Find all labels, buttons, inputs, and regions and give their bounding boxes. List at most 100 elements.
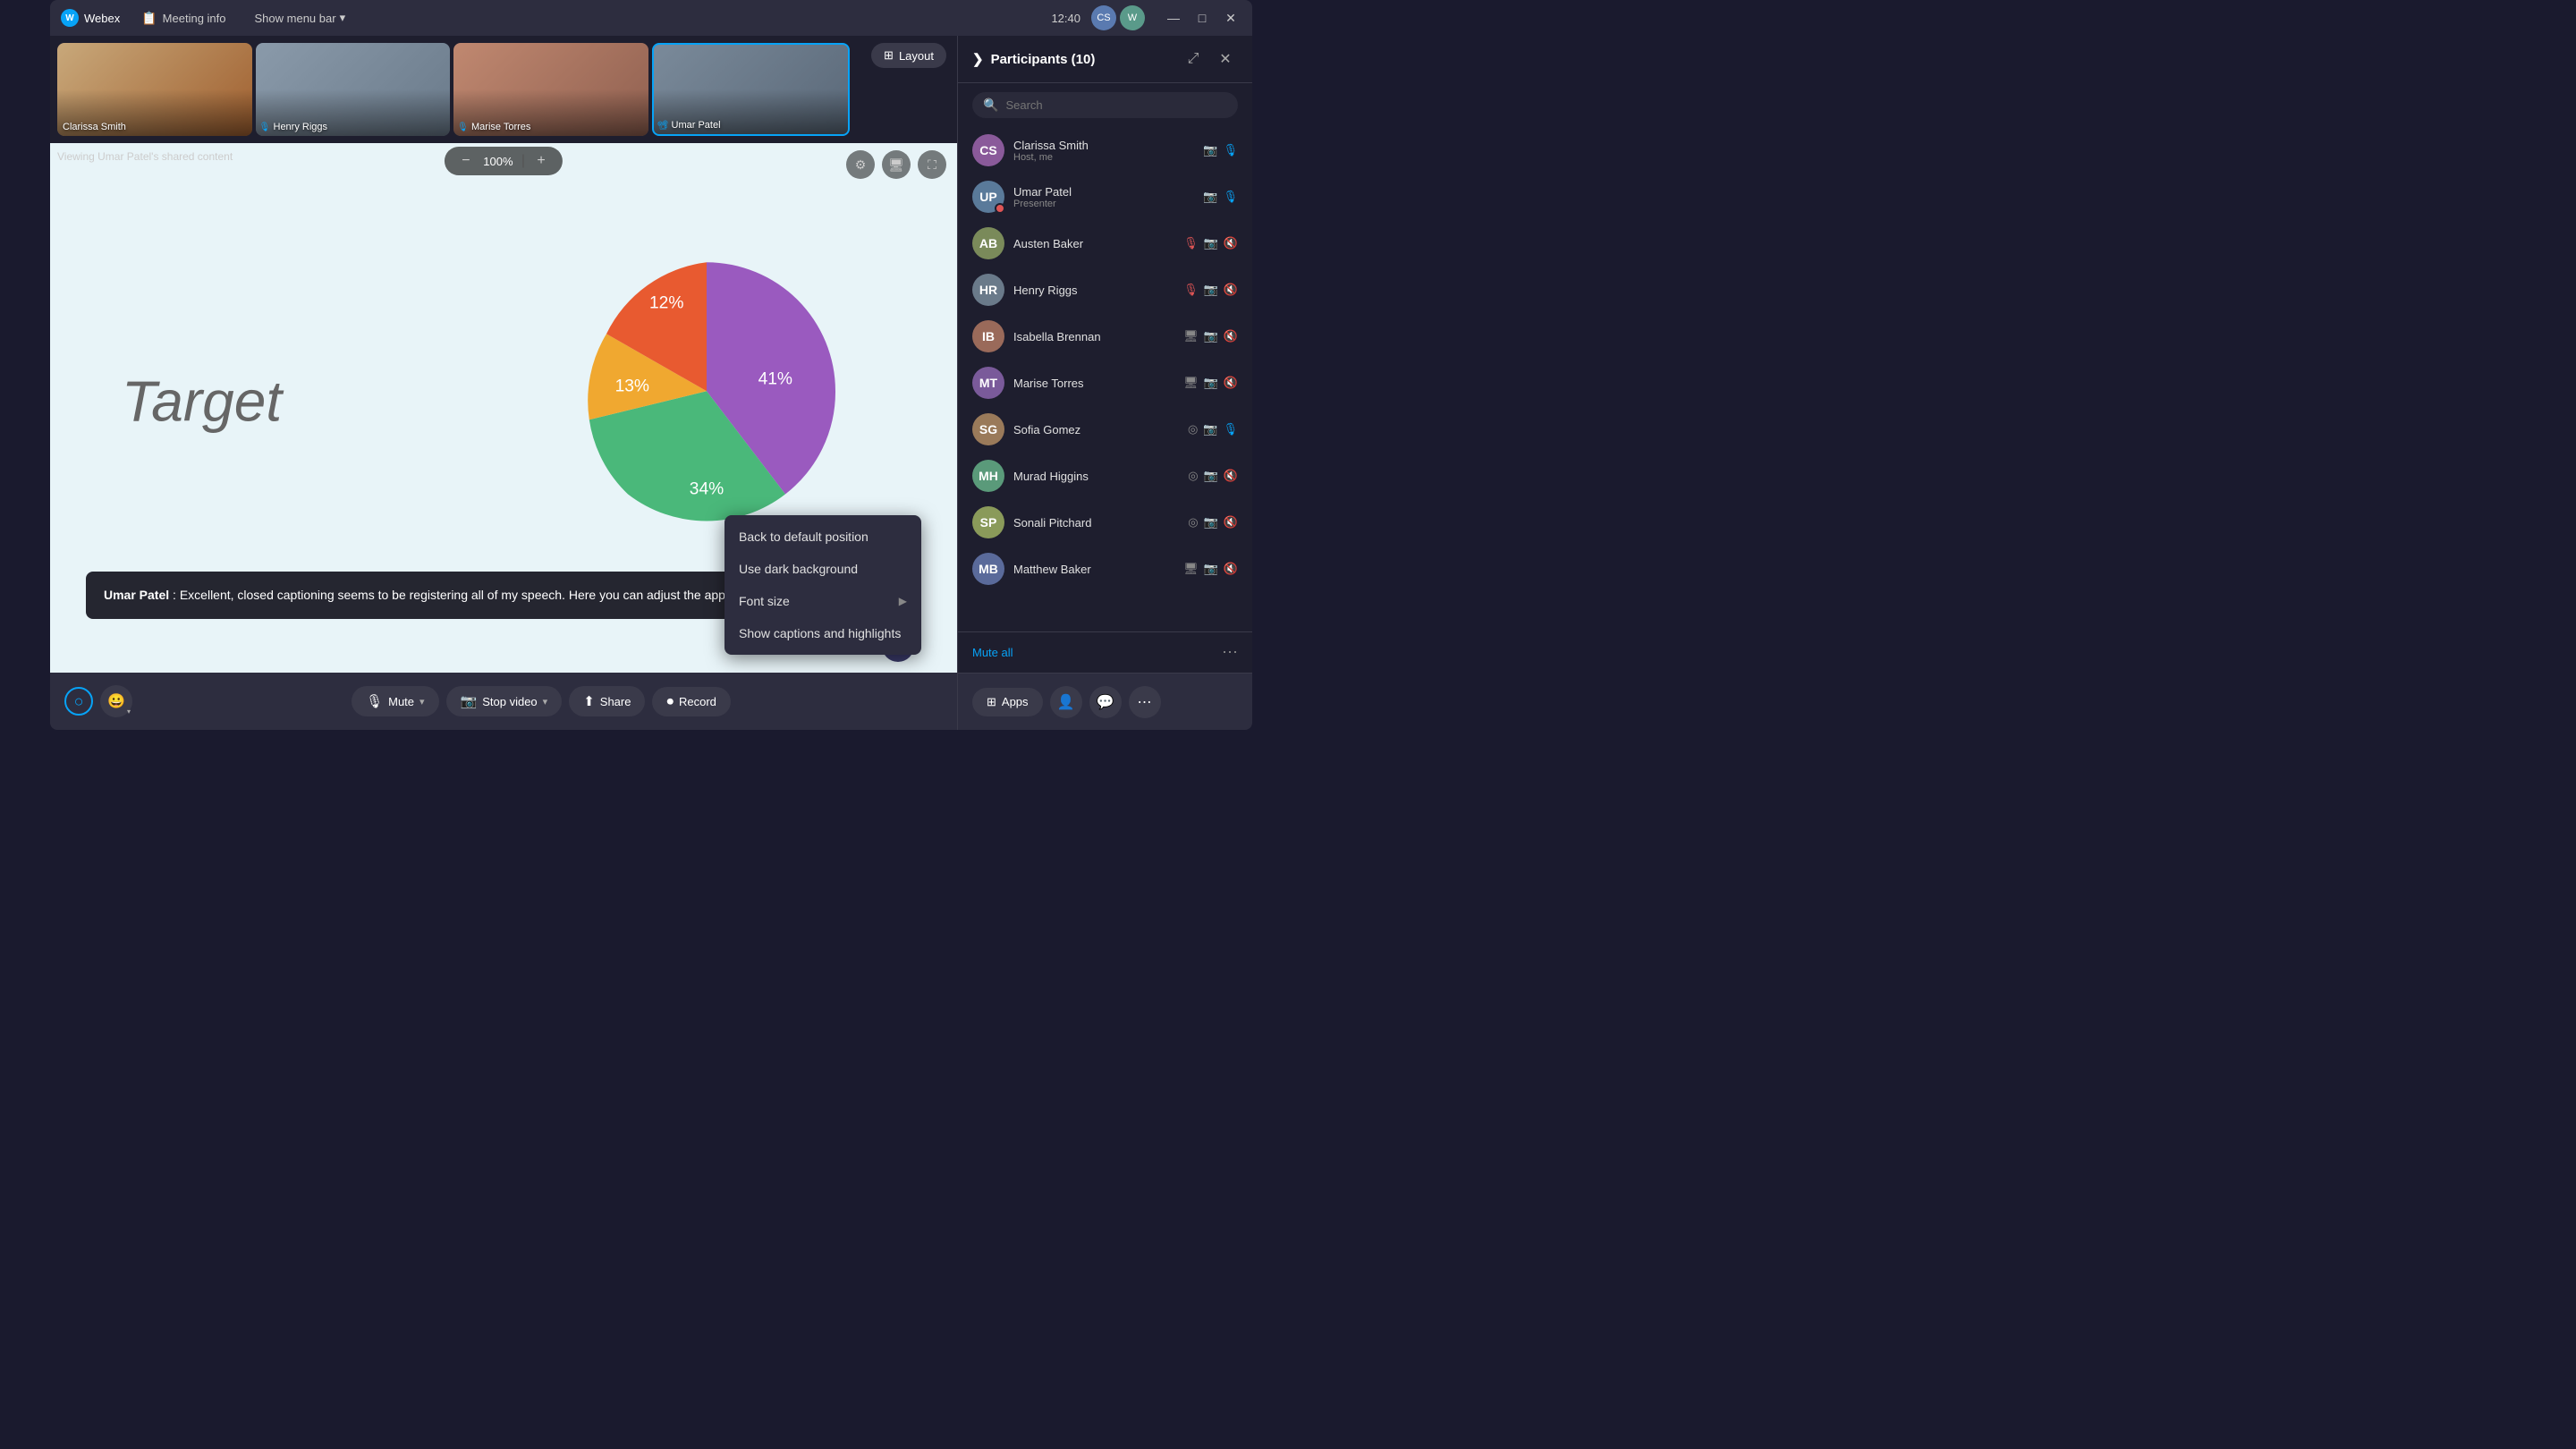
participant-info-isabella: Isabella Brennan bbox=[1013, 330, 1174, 343]
participant-name-isabella: Isabella Brennan bbox=[1013, 330, 1174, 343]
mute-all-button[interactable]: Mute all bbox=[972, 646, 1013, 659]
mic-off-icon-austen: 🎙 bbox=[1183, 236, 1199, 250]
show-menu-bar-button[interactable]: Show menu bar ▾ bbox=[248, 7, 353, 29]
close-panel-button[interactable]: ✕ bbox=[1213, 47, 1238, 72]
add-person-button[interactable]: 👤 bbox=[1050, 686, 1082, 718]
mic-muted-icon-austen: 🔇 bbox=[1224, 236, 1238, 250]
menu-item-dark-bg[interactable]: Use dark background bbox=[724, 553, 921, 585]
menu-item-font-size[interactable]: Font size ▶ bbox=[724, 585, 921, 617]
panel-collapse-icon[interactable]: ❯ bbox=[972, 51, 984, 67]
popout-button[interactable]: ⤢ bbox=[1181, 47, 1206, 72]
participant-name-henry: Henry Riggs bbox=[1013, 284, 1174, 297]
avatar-clarissa: CS bbox=[972, 134, 1004, 166]
participant-icons-sofia: ◎ 📷 🎙 bbox=[1188, 422, 1238, 436]
main-content: Clarissa Smith 🎙 Henry Riggs 🎙 Marise To… bbox=[50, 36, 1252, 730]
participant-icons-henry: 🎙 📷 🔇 bbox=[1183, 283, 1238, 297]
thumbnail-marise[interactable]: 🎙 Marise Torres bbox=[453, 43, 648, 136]
record-button[interactable]: ⏺ Record bbox=[652, 687, 730, 716]
video-icon-isabella: 📷 bbox=[1204, 329, 1218, 343]
profile-icon-1[interactable]: CS bbox=[1091, 5, 1116, 30]
avatar-sonali: SP bbox=[972, 506, 1004, 538]
participant-row-henry[interactable]: HR Henry Riggs 🎙 📷 🔇 bbox=[965, 267, 1245, 313]
participant-row-umar[interactable]: UP Umar Patel Presenter 📷 🎙 bbox=[965, 174, 1245, 220]
participant-row-sofia[interactable]: SG Sofia Gomez ◎ 📷 🎙 bbox=[965, 406, 1245, 453]
participant-row-austen[interactable]: AB Austen Baker 🎙 📷 🔇 bbox=[965, 220, 1245, 267]
layout-button[interactable]: ⊞ Layout bbox=[871, 43, 946, 68]
chat-button[interactable]: 💬 bbox=[1089, 686, 1122, 718]
participant-info-murad: Murad Higgins bbox=[1013, 470, 1179, 483]
pie-chart: 41% 34% 13% 12% bbox=[564, 248, 850, 538]
record-label: Record bbox=[679, 695, 716, 708]
thumbnail-henry[interactable]: 🎙 Henry Riggs bbox=[256, 43, 451, 136]
monitor-off-icon-matthew: 🖥 bbox=[1183, 562, 1199, 576]
center-area: Clarissa Smith 🎙 Henry Riggs 🎙 Marise To… bbox=[50, 36, 957, 730]
zoom-in-button[interactable]: + bbox=[530, 150, 552, 172]
camera-icon: 📷 bbox=[461, 693, 478, 709]
context-menu: Back to default position Use dark backgr… bbox=[724, 515, 921, 655]
meeting-info-icon: 📋 bbox=[141, 11, 157, 26]
show-menu-label: Show menu bar bbox=[255, 12, 336, 25]
stop-video-button[interactable]: 📷 Stop video ▾ bbox=[446, 686, 563, 716]
settings-icon-button[interactable]: ⚙ bbox=[846, 150, 875, 179]
video-icon-sonali: 📷 bbox=[1204, 515, 1218, 530]
more-options-footer-icon[interactable]: ⋯ bbox=[1222, 643, 1238, 662]
participant-name-sonali: Sonali Pitchard bbox=[1013, 516, 1179, 530]
toolbar-center: 🎙 Mute ▾ 📷 Stop video ▾ ⬆ Share ⏺ bbox=[140, 686, 943, 716]
mic-muted-icon-marise: 🔇 bbox=[1224, 376, 1238, 390]
profile-icon-2[interactable]: W bbox=[1120, 5, 1145, 30]
minimize-button[interactable]: — bbox=[1163, 7, 1184, 29]
mic-muted-icon-henry: 🔇 bbox=[1224, 283, 1238, 297]
thumbnail-clarissa[interactable]: Clarissa Smith bbox=[57, 43, 252, 136]
reactions-button[interactable]: 😀 ▾ bbox=[100, 685, 132, 717]
participant-row-marise[interactable]: MT Marise Torres 🖥 📷 🔇 bbox=[965, 360, 1245, 406]
stop-video-label: Stop video bbox=[482, 695, 537, 708]
more-options-button[interactable]: ⋯ bbox=[1129, 686, 1161, 718]
search-input[interactable] bbox=[1005, 98, 1227, 112]
slide-target-text: Target bbox=[122, 369, 282, 435]
apps-button[interactable]: ⊞ Apps bbox=[972, 688, 1043, 716]
participant-row-isabella[interactable]: IB Isabella Brennan 🖥 📷 🔇 bbox=[965, 313, 1245, 360]
close-button[interactable]: ✕ bbox=[1220, 7, 1241, 29]
title-bar-left: W Webex 📋 Meeting info Show menu bar ▾ bbox=[61, 7, 352, 30]
menu-item-back-default[interactable]: Back to default position bbox=[724, 521, 921, 553]
stop-video-arrow-icon: ▾ bbox=[543, 696, 548, 708]
screen-icon-button[interactable]: 🖥 bbox=[882, 150, 911, 179]
participant-info-marise: Marise Torres bbox=[1013, 377, 1174, 390]
webex-logo: W Webex bbox=[61, 9, 120, 27]
share-icon: ⬆ bbox=[583, 693, 595, 709]
menu-item-show-captions[interactable]: Show captions and highlights bbox=[724, 617, 921, 649]
caption-separator: : bbox=[173, 588, 180, 602]
apps-icon: ⊞ bbox=[987, 695, 996, 709]
participant-info-sofia: Sofia Gomez bbox=[1013, 423, 1179, 436]
meeting-info-button[interactable]: 📋 Meeting info bbox=[134, 7, 233, 30]
thumbnail-umar[interactable]: 📽 Umar Patel bbox=[652, 43, 851, 136]
svg-text:41%: 41% bbox=[758, 369, 792, 388]
svg-text:12%: 12% bbox=[649, 293, 683, 312]
participant-row-sonali[interactable]: SP Sonali Pitchard ◎ 📷 🔇 bbox=[965, 499, 1245, 546]
avatar-umar: UP bbox=[972, 181, 1004, 213]
participant-info-matthew: Matthew Baker bbox=[1013, 563, 1174, 576]
mic-muted-icon-murad: 🔇 bbox=[1224, 469, 1238, 483]
video-icon-murad: 📷 bbox=[1204, 469, 1218, 483]
video-icon-henry: 📷 bbox=[1204, 283, 1218, 297]
participant-icons-sonali: ◎ 📷 🔇 bbox=[1188, 515, 1238, 530]
maximize-button[interactable]: □ bbox=[1191, 7, 1213, 29]
mute-button[interactable]: 🎙 Mute ▾ bbox=[352, 686, 438, 716]
avatar-murad: MH bbox=[972, 460, 1004, 492]
participant-row-matthew[interactable]: MB Matthew Baker 🖥 📷 🔇 bbox=[965, 546, 1245, 592]
bottom-toolbar: ○ 😀 ▾ 🎙 Mute ▾ 📷 Stop video bbox=[50, 673, 957, 730]
video-icon-marise: 📷 bbox=[1204, 376, 1218, 390]
video-icon-austen: 📷 bbox=[1204, 236, 1218, 250]
share-button[interactable]: ⬆ Share bbox=[569, 686, 645, 716]
participant-row-murad[interactable]: MH Murad Higgins ◎ 📷 🔇 bbox=[965, 453, 1245, 499]
avatar-matthew: MB bbox=[972, 553, 1004, 585]
mic-off-icon-henry: 🎙 bbox=[1183, 283, 1199, 297]
mic-muted-icon-matthew: 🔇 bbox=[1224, 562, 1238, 576]
zoom-out-button[interactable]: − bbox=[455, 150, 477, 172]
fullscreen-icon-button[interactable]: ⛶ bbox=[918, 150, 946, 179]
zoom-value: 100% bbox=[480, 155, 516, 168]
participant-row-clarissa[interactable]: CS Clarissa Smith Host, me 📷 🎙 bbox=[965, 127, 1245, 174]
record-icon: ⏺ bbox=[666, 694, 674, 709]
caption-speaker: Umar Patel bbox=[104, 588, 169, 602]
viewing-label: Viewing Umar Patel's shared content bbox=[57, 150, 233, 163]
